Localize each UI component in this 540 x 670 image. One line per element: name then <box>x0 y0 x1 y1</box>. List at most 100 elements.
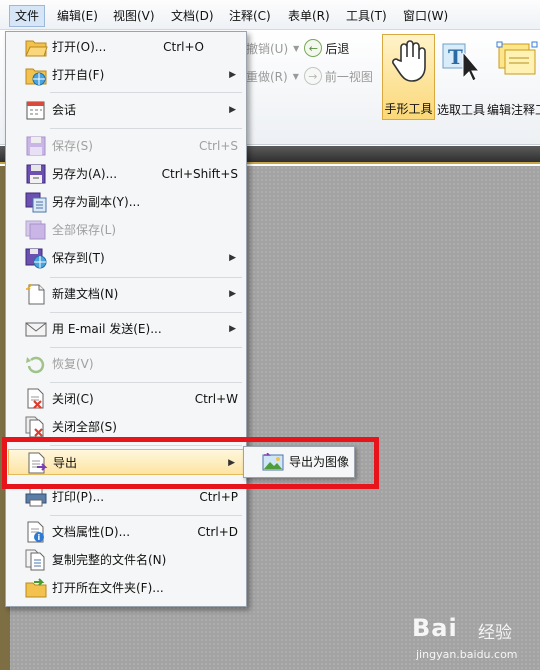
select-text-icon: T <box>442 43 481 82</box>
open-folder-label: 打开所在文件夹(F)... <box>52 581 164 595</box>
close-label: 关闭(C) <box>52 392 94 406</box>
svg-text:T: T <box>448 45 463 69</box>
save-label: 保存(S) <box>52 139 93 153</box>
chevron-right-icon: ▶ <box>229 289 236 299</box>
menu-form[interactable]: 表单(R) <box>283 5 335 27</box>
watermark-url: jingyan.baidu.com <box>416 648 518 661</box>
chevron-right-icon: ▶ <box>229 105 236 115</box>
prev-view-button[interactable]: 前一视图 <box>325 68 373 85</box>
open-from-label: 打开自(F) <box>52 68 105 82</box>
menu-file[interactable]: 文件 <box>9 5 46 27</box>
document-info-icon: i <box>27 521 44 543</box>
select-tool-button[interactable]: T 选取工具 <box>435 34 487 120</box>
menu-edit[interactable]: 编辑(E) <box>52 5 103 27</box>
back-button[interactable]: 后退 <box>325 40 349 57</box>
back-arrow-icon[interactable]: ← <box>304 39 323 57</box>
copy-filename-label: 复制完整的文件名(N) <box>52 553 167 567</box>
menu-item-send-email[interactable]: 用 E-mail 发送(E)... ▶ <box>8 316 244 342</box>
hand-tool-button[interactable]: 手形工具 <box>382 34 435 120</box>
new-document-label: 新建文档(N) <box>52 287 119 301</box>
email-envelope-icon <box>25 322 47 337</box>
watermark-text: 经验 <box>478 623 512 643</box>
menu-separator <box>50 347 242 348</box>
save-as-shortcut: Ctrl+Shift+S <box>161 167 238 181</box>
revert-icon <box>26 356 45 374</box>
save-copy-label: 另存为副本(Y)... <box>52 195 141 209</box>
highlight-annotation-box <box>2 437 379 489</box>
chevron-right-icon: ▶ <box>229 324 236 334</box>
document-properties-label: 文档属性(D)... <box>52 525 131 539</box>
close-document-icon <box>27 388 44 409</box>
copy-filename-icon <box>25 549 45 571</box>
baidu-jingyan-watermark: Bai 经验 jingyan.baidu.com <box>412 614 530 666</box>
undo-back-row: 撤销(U) ▼ ← 后退 <box>246 37 349 59</box>
menu-item-document-properties[interactable]: i 文档属性(D)... Ctrl+D <box>8 519 244 545</box>
save-all-icon <box>25 220 46 240</box>
menu-item-revert[interactable]: 恢复(V) <box>8 351 244 377</box>
menu-view[interactable]: 视图(V) <box>108 5 160 27</box>
select-tool-label: 选取工具 <box>436 103 485 117</box>
chevron-right-icon: ▶ <box>229 70 236 80</box>
save-to-label: 保存到(T) <box>52 251 105 265</box>
menu-item-open[interactable]: 打开(O)... Ctrl+O <box>8 34 244 60</box>
send-email-label: 用 E-mail 发送(E)... <box>52 322 162 336</box>
undo-button[interactable]: 撤销(U) <box>246 40 288 57</box>
save-as-disk-icon <box>26 164 46 184</box>
watermark-logo: Bai <box>412 614 458 642</box>
menu-item-open-folder[interactable]: 打开所在文件夹(F)... <box>8 575 244 601</box>
new-document-icon <box>26 284 45 305</box>
save-shortcut: Ctrl+S <box>198 139 238 153</box>
menu-item-save-all[interactable]: 全部保存(L) <box>8 217 244 243</box>
file-menu-dropdown: 打开(O)... Ctrl+O 打开自(F) ▶ 会话 ▶ 保存(S) Ctrl… <box>5 31 247 607</box>
save-all-label: 全部保存(L) <box>52 223 117 237</box>
menu-item-copy-filename[interactable]: 复制完整的文件名(N) <box>8 547 244 573</box>
undo-dropdown-icon[interactable]: ▼ <box>293 44 299 53</box>
save-as-label: 另存为(A)... <box>52 167 118 181</box>
menu-window[interactable]: 窗口(W) <box>398 5 453 27</box>
menu-item-close[interactable]: 关闭(C) Ctrl+W <box>8 386 244 412</box>
menu-tools[interactable]: 工具(T) <box>341 5 392 27</box>
menu-comment[interactable]: 注释(C) <box>224 5 276 27</box>
close-shortcut: Ctrl+W <box>194 392 238 406</box>
menu-item-open-from[interactable]: 打开自(F) ▶ <box>8 62 244 88</box>
annotation-icon <box>496 41 538 75</box>
menu-item-save-copy[interactable]: 另存为副本(Y)... <box>8 189 244 215</box>
redo-prev-row: 重做(R) ▼ → 前一视图 <box>246 65 373 87</box>
session-calendar-icon <box>26 101 45 120</box>
edit-annotation-tool-button[interactable]: 编辑注释工 <box>487 34 540 120</box>
menu-separator <box>50 382 242 383</box>
open-from-web-icon <box>25 68 47 86</box>
save-copy-icon <box>25 192 47 213</box>
menu-item-save[interactable]: 保存(S) Ctrl+S <box>8 133 244 159</box>
open-label: 打开(O)... <box>52 40 107 54</box>
hand-icon <box>391 40 426 82</box>
session-label: 会话 <box>52 103 77 117</box>
svg-text:i: i <box>38 533 41 542</box>
save-disk-icon <box>26 136 46 156</box>
menu-item-save-to[interactable]: 保存到(T) ▶ <box>8 245 244 271</box>
menu-separator <box>50 515 242 516</box>
forward-arrow-icon[interactable]: → <box>303 67 322 85</box>
printer-icon <box>25 487 47 507</box>
menu-item-new-document[interactable]: 新建文档(N) ▶ <box>8 281 244 307</box>
menu-document[interactable]: 文档(D) <box>166 5 219 27</box>
menu-separator <box>50 277 242 278</box>
menu-separator <box>50 312 242 313</box>
menu-item-save-as[interactable]: 另存为(A)... Ctrl+Shift+S <box>8 161 244 187</box>
menu-separator <box>50 92 242 93</box>
menu-item-session[interactable]: 会话 ▶ <box>8 97 244 123</box>
open-shortcut: Ctrl+O <box>163 40 204 54</box>
edit-annotation-tool-label: 编辑注释工 <box>487 103 540 117</box>
save-to-web-icon <box>25 248 47 269</box>
revert-label: 恢复(V) <box>52 357 94 371</box>
open-containing-folder-icon <box>25 578 47 598</box>
document-properties-shortcut: Ctrl+D <box>197 525 238 539</box>
redo-dropdown-icon[interactable]: ▼ <box>293 72 299 81</box>
redo-button[interactable]: 重做(R) <box>246 68 288 85</box>
chevron-right-icon: ▶ <box>229 253 236 263</box>
open-folder-icon <box>25 40 48 57</box>
menu-separator <box>50 128 242 129</box>
hand-tool-label: 手形工具 <box>384 102 433 116</box>
menu-bar: 文件 编辑(E) 视图(V) 文档(D) 注释(C) 表单(R) 工具(T) 窗… <box>0 0 540 30</box>
close-all-icon <box>25 416 44 438</box>
